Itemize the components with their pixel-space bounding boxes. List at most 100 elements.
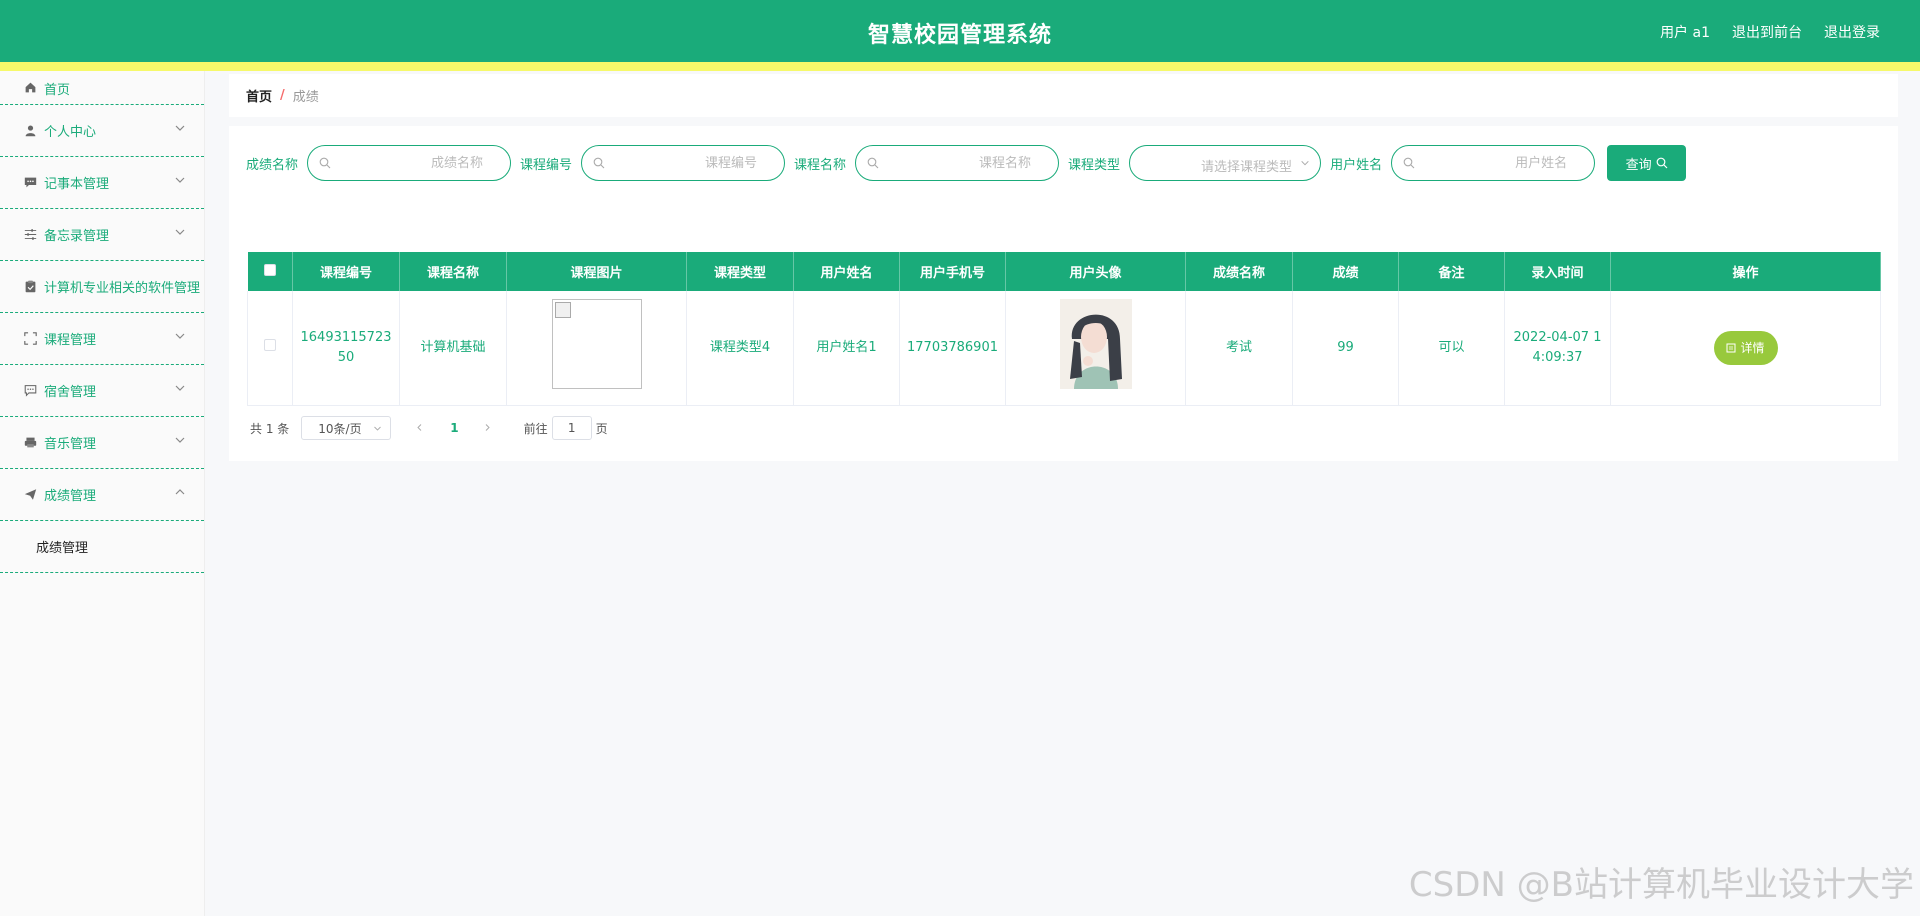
cell-action: 详情 [1610, 291, 1881, 406]
column-header: 课程编号 [292, 252, 400, 291]
column-header: 课程名称 [399, 252, 507, 291]
course-no-label: 课程编号 [520, 157, 573, 173]
column-header: 成绩 [1292, 252, 1399, 291]
prev-page-button[interactable] [415, 421, 424, 435]
cell-course-name: 计算机基础 [399, 291, 507, 406]
cell-remark: 可以 [1398, 291, 1505, 406]
row-select-cell [247, 291, 293, 406]
cell-user-name: 用户姓名1 [793, 291, 900, 406]
breadcrumb: 首页 / 成绩 [229, 74, 1898, 117]
search-icon [319, 157, 331, 169]
pagination-total: 共 1 条 [250, 421, 290, 436]
search-button[interactable]: 查询 [1607, 145, 1687, 181]
sidebar-item-home[interactable]: 首页 [0, 71, 204, 105]
breadcrumb-current: 成绩 [292, 90, 319, 105]
column-header: 用户姓名 [793, 252, 900, 291]
user-name-field [1391, 145, 1596, 181]
chevron-left-icon [417, 424, 422, 431]
sidebar-item-label: 课程管理 [44, 333, 97, 348]
filter-bar: 成绩名称 课程编号 课程名称 课程类型 请选择课程类型 用户姓名 查询 [246, 145, 1687, 181]
column-header: 操作 [1610, 252, 1881, 291]
column-header: 用户手机号 [899, 252, 1006, 291]
back-to-front-link[interactable]: 退出到前台 [1732, 22, 1802, 42]
current-user-label: 用户 a1 [1660, 25, 1710, 41]
sidebar-item-label: 计算机专业相关的软件管理 [44, 281, 201, 296]
cell-avatar [1005, 291, 1186, 406]
user-avatar-image [1059, 299, 1132, 390]
main-panel: 成绩名称 课程编号 课程名称 课程类型 请选择课程类型 用户姓名 查询 [229, 126, 1898, 461]
cell-score-name: 考试 [1185, 291, 1293, 406]
chevron-down-icon [175, 125, 185, 131]
goto-prefix: 前往 [523, 421, 548, 436]
app-title: 智慧校园管理系统 [867, 23, 1052, 48]
select-all-checkbox[interactable] [263, 263, 276, 276]
sidebar-item-label: 记事本管理 [44, 177, 110, 192]
column-header: 录入时间 [1504, 252, 1611, 291]
chevron-right-icon [485, 424, 490, 431]
score-name-field [307, 145, 512, 181]
chevron-down-icon [175, 229, 185, 235]
page-number[interactable]: 1 [450, 421, 458, 435]
header-select-all[interactable] [247, 252, 293, 291]
chevron-down-icon [374, 426, 382, 431]
course-name-field [855, 145, 1060, 181]
course-type-select[interactable]: 请选择课程类型 [1129, 145, 1322, 181]
home-icon [22, 79, 38, 95]
sidebar-item-label: 备忘录管理 [44, 229, 110, 244]
sidebar: 首页 个人中心 记事本管理 备忘录管理 计算机专业相关的软件管理 课程管理 宿舍… [0, 71, 205, 916]
detail-button-label: 详情 [1740, 341, 1765, 356]
user-icon [22, 123, 38, 139]
course-no-field [581, 145, 786, 181]
header-accent-strip [0, 62, 1920, 71]
cell-course-type: 课程类型4 [686, 291, 794, 406]
top-header: 智慧校园管理系统 用户 a1 退出到前台 退出登录 [0, 0, 1920, 62]
chevron-up-icon [175, 489, 185, 495]
sidebar-item-personal-center[interactable]: 个人中心 [0, 105, 204, 157]
table-header-row: 课程编号 课程名称 课程图片 课程类型 用户姓名 用户手机号 用户头像 成绩名称… [247, 252, 1881, 291]
score-name-input[interactable] [308, 146, 511, 180]
detail-button[interactable]: 详情 [1713, 330, 1778, 365]
breadcrumb-home[interactable]: 首页 [246, 86, 272, 105]
course-type-label: 课程类型 [1068, 157, 1121, 173]
cell-phone: 17703786901 [899, 291, 1006, 406]
column-header: 用户头像 [1005, 252, 1186, 291]
sidebar-item-software[interactable]: 计算机专业相关的软件管理 [0, 261, 204, 313]
clipboard-icon [22, 279, 38, 295]
chevron-down-icon [1301, 160, 1309, 166]
sidebar-item-label: 宿舍管理 [44, 385, 97, 400]
column-header: 成绩名称 [1185, 252, 1293, 291]
chat-icon [22, 383, 38, 399]
column-header: 课程类型 [686, 252, 794, 291]
score-name-label: 成绩名称 [246, 157, 299, 173]
logout-link[interactable]: 退出登录 [1824, 22, 1880, 42]
row-checkbox[interactable] [264, 338, 276, 351]
printer-icon [22, 435, 38, 451]
page-size-value: 10条/页 [318, 421, 362, 436]
course-no-input[interactable] [582, 146, 785, 180]
sidebar-item-label: 音乐管理 [44, 437, 97, 452]
sidebar-item-course[interactable]: 课程管理 [0, 313, 204, 365]
cell-score: 99 [1292, 291, 1399, 406]
user-name-label: 用户姓名 [1330, 157, 1383, 173]
sidebar-item-notebook[interactable]: 记事本管理 [0, 157, 204, 209]
sidebar-item-score[interactable]: 成绩管理 [0, 469, 204, 521]
search-icon [1656, 157, 1668, 169]
document-icon [1726, 343, 1736, 353]
course-name-input[interactable] [856, 146, 1059, 180]
column-header: 课程图片 [506, 252, 687, 291]
sidebar-item-dormitory[interactable]: 宿舍管理 [0, 365, 204, 417]
watermark-text: CSDN @B站计算机毕业设计大学 [1408, 865, 1914, 905]
user-name-input[interactable] [1392, 146, 1595, 180]
page-size-select[interactable]: 10条/页 [301, 416, 392, 440]
header-links: 用户 a1 退出到前台 退出登录 [1660, 22, 1880, 42]
search-button-label: 查询 [1625, 157, 1652, 173]
table-row: 1649311572350 计算机基础 课程类型4 用户姓名1 17703786… [247, 291, 1881, 406]
goto-page-input[interactable] [551, 416, 592, 440]
sidebar-item-music[interactable]: 音乐管理 [0, 417, 204, 469]
next-page-button[interactable] [483, 421, 492, 435]
sidebar-item-memo[interactable]: 备忘录管理 [0, 209, 204, 261]
cell-course-no: 1649311572350 [292, 291, 400, 406]
submenu-item-score-management[interactable]: 成绩管理 [0, 521, 204, 573]
sidebar-item-label: 成绩管理 [44, 489, 97, 504]
course-image-placeholder [551, 299, 642, 390]
